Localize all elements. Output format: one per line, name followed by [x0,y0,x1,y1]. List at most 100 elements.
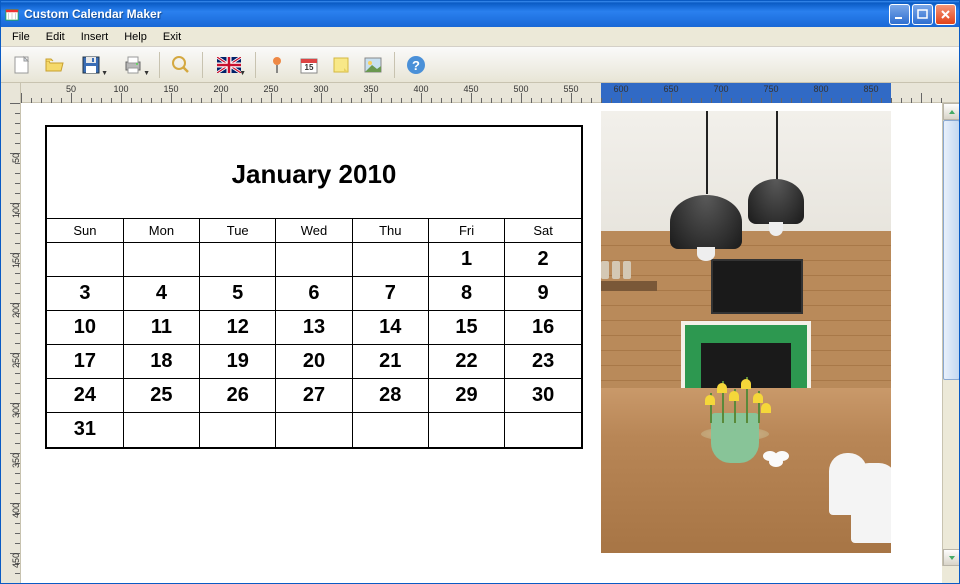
image-region [741,111,811,236]
calendar-day-cell[interactable]: 14 [352,311,428,345]
calendar-day-cell[interactable] [352,243,428,277]
calendar-day-header: Sun [47,219,123,243]
new-button[interactable] [7,50,37,80]
toolbar-separator [394,52,395,78]
scroll-up-button[interactable] [943,103,959,120]
calendar-day-cell[interactable]: 21 [352,345,428,379]
calendar-day-header: Wed [276,219,352,243]
close-button[interactable] [935,4,956,25]
menu-file[interactable]: File [5,29,37,45]
calendar-day-cell[interactable] [123,243,199,277]
save-button[interactable]: ▼ [71,50,111,80]
calendar-day-cell[interactable]: 6 [276,277,352,311]
insert-image-button[interactable] [358,50,388,80]
ruler-label: 500 [513,84,528,94]
ruler-label: 700 [713,84,728,94]
calendar-day-header: Sat [505,219,581,243]
language-button[interactable]: ▼ [209,50,249,80]
calendar-day-cell[interactable] [428,413,504,447]
maximize-button[interactable] [912,4,933,25]
calendar-day-cell[interactable]: 16 [505,311,581,345]
calendar-day-cell[interactable] [200,413,276,447]
vertical-scrollbar[interactable] [942,103,959,583]
calendar-day-cell[interactable] [123,413,199,447]
ruler-vertical[interactable]: 50100150200250300350400450 [1,103,21,583]
inserted-image[interactable] [601,111,891,553]
ruler-horizontal[interactable]: 5010015020025030035040045050055060065070… [21,83,959,103]
titlebar[interactable]: Custom Calendar Maker [1,1,959,27]
ruler-label: 300 [11,403,21,418]
calendar-object[interactable]: January 2010 SunMonTueWedThuFriSat 12345… [45,125,583,449]
calendar-day-cell[interactable]: 23 [505,345,581,379]
image-region [601,261,651,281]
menu-edit[interactable]: Edit [39,29,72,45]
calendar-day-cell[interactable]: 26 [200,379,276,413]
app-window: Custom Calendar Maker File Edit Insert H… [0,0,960,584]
calendar-day-cell[interactable]: 8 [428,277,504,311]
calendar-day-cell[interactable]: 30 [505,379,581,413]
calendar-day-header: Thu [352,219,428,243]
help-button[interactable]: ? [401,50,431,80]
calendar-day-header: Fri [428,219,504,243]
ruler-label: 100 [11,203,21,218]
ruler-label: 300 [313,84,328,94]
scroll-down-button[interactable] [943,549,959,566]
calendar-day-cell[interactable]: 4 [123,277,199,311]
menu-insert[interactable]: Insert [74,29,116,45]
ruler-label: 50 [66,84,76,94]
calendar-day-cell[interactable] [276,243,352,277]
calendar-day-cell[interactable]: 25 [123,379,199,413]
calendar-day-cell[interactable]: 22 [428,345,504,379]
window-title: Custom Calendar Maker [24,7,889,21]
minimize-button[interactable] [889,4,910,25]
calendar-day-cell[interactable] [276,413,352,447]
ruler-label: 350 [11,453,21,468]
calendar-day-cell[interactable]: 9 [505,277,581,311]
calendar-day-cell[interactable]: 20 [276,345,352,379]
calendar-day-cell[interactable]: 11 [123,311,199,345]
calendar-type-button[interactable]: 15 [294,50,324,80]
ruler-label: 850 [863,84,878,94]
ruler-label: 250 [11,353,21,368]
ruler-label: 350 [363,84,378,94]
calendar-day-cell[interactable]: 7 [352,277,428,311]
calendar-day-cell[interactable]: 17 [47,345,123,379]
open-button[interactable] [39,50,69,80]
calendar-day-cell[interactable]: 31 [47,413,123,447]
calendar-day-cell[interactable]: 3 [47,277,123,311]
calendar-day-cell[interactable]: 5 [200,277,276,311]
scroll-grip [942,566,959,583]
calendar-day-cell[interactable] [505,413,581,447]
calendar-day-cell[interactable]: 10 [47,311,123,345]
calendar-day-cell[interactable]: 2 [505,243,581,277]
menu-help[interactable]: Help [117,29,154,45]
ruler-label: 600 [613,84,628,94]
calendar-day-cell[interactable]: 1 [428,243,504,277]
print-button[interactable]: ▼ [113,50,153,80]
calendar-day-cell[interactable]: 28 [352,379,428,413]
menu-exit[interactable]: Exit [156,29,188,45]
calendar-day-cell[interactable]: 13 [276,311,352,345]
image-region [601,281,657,291]
zoom-button[interactable] [166,50,196,80]
note-button[interactable] [326,50,356,80]
calendar-day-cell[interactable]: 29 [428,379,504,413]
ruler-label: 800 [813,84,828,94]
ruler-label: 400 [11,503,21,518]
scroll-thumb[interactable] [943,120,959,380]
calendar-day-cell[interactable]: 18 [123,345,199,379]
calendar-day-cell[interactable] [47,243,123,277]
calendar-day-cell[interactable] [352,413,428,447]
calendar-day-cell[interactable] [200,243,276,277]
toolbar-separator [255,52,256,78]
calendar-day-cell[interactable]: 12 [200,311,276,345]
calendar-day-cell[interactable]: 19 [200,345,276,379]
ruler-label: 100 [113,84,128,94]
calendar-day-cell[interactable]: 15 [428,311,504,345]
calendar-day-cell[interactable]: 24 [47,379,123,413]
calendar-day-header: Mon [123,219,199,243]
calendar-day-cell[interactable]: 27 [276,379,352,413]
ruler-label: 200 [11,303,21,318]
canvas[interactable]: January 2010 SunMonTueWedThuFriSat 12345… [21,103,942,583]
pin-button[interactable] [262,50,292,80]
